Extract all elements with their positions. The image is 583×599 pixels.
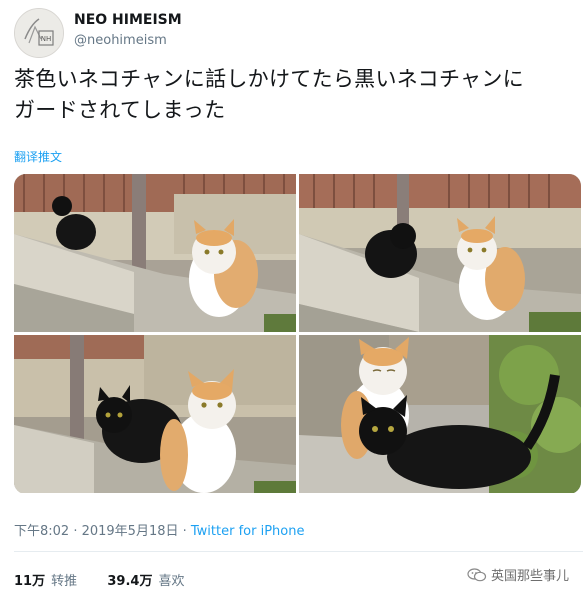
retweets-label: 转推 xyxy=(51,574,78,589)
watermark: 英国那些事儿 xyxy=(467,565,569,584)
retweets-stat[interactable]: 11万 转推 xyxy=(14,574,77,589)
tweet-text-line: ガードされてしまった xyxy=(14,98,226,122)
photo-3[interactable] xyxy=(14,335,296,493)
avatar-logo-icon: NH xyxy=(15,9,63,57)
avatar[interactable]: NH xyxy=(14,8,64,58)
svg-text:NH: NH xyxy=(41,35,52,43)
timestamp[interactable]: 下午8:02 · 2019年5月18日 · xyxy=(14,524,191,539)
tweet-meta: 下午8:02 · 2019年5月18日 · Twitter for iPhone xyxy=(14,520,304,539)
tweet-text: 茶色いネコチャンに話しかけてたら黒いネコチャンに ガードされてしまった xyxy=(14,64,574,126)
author-name[interactable]: NEO HIMEISM xyxy=(74,12,182,28)
tweet-header: NH NEO HIMEISM @neohimeism xyxy=(14,8,554,58)
author-handle[interactable]: @neohimeism xyxy=(74,33,167,48)
likes-label: 喜欢 xyxy=(158,574,185,589)
translate-tweet-link[interactable]: 翻译推文 xyxy=(14,148,62,165)
wechat-icon xyxy=(467,568,487,582)
tweet-text-line: 茶色いネコチャンに話しかけてたら黒いネコチャンに xyxy=(14,67,524,91)
likes-stat[interactable]: 39.4万 喜欢 xyxy=(107,574,184,589)
photo-1[interactable] xyxy=(14,174,296,332)
photo-4[interactable] xyxy=(299,335,581,493)
watermark-text: 英国那些事儿 xyxy=(490,569,569,584)
divider xyxy=(14,551,583,552)
source-link[interactable]: Twitter for iPhone xyxy=(191,524,305,539)
retweets-count: 11万 xyxy=(14,574,46,589)
likes-count: 39.4万 xyxy=(107,574,153,589)
photo-2[interactable] xyxy=(299,174,581,332)
media-grid xyxy=(14,174,581,494)
tweet-stats: 11万 转推 39.4万 喜欢 xyxy=(14,570,184,589)
